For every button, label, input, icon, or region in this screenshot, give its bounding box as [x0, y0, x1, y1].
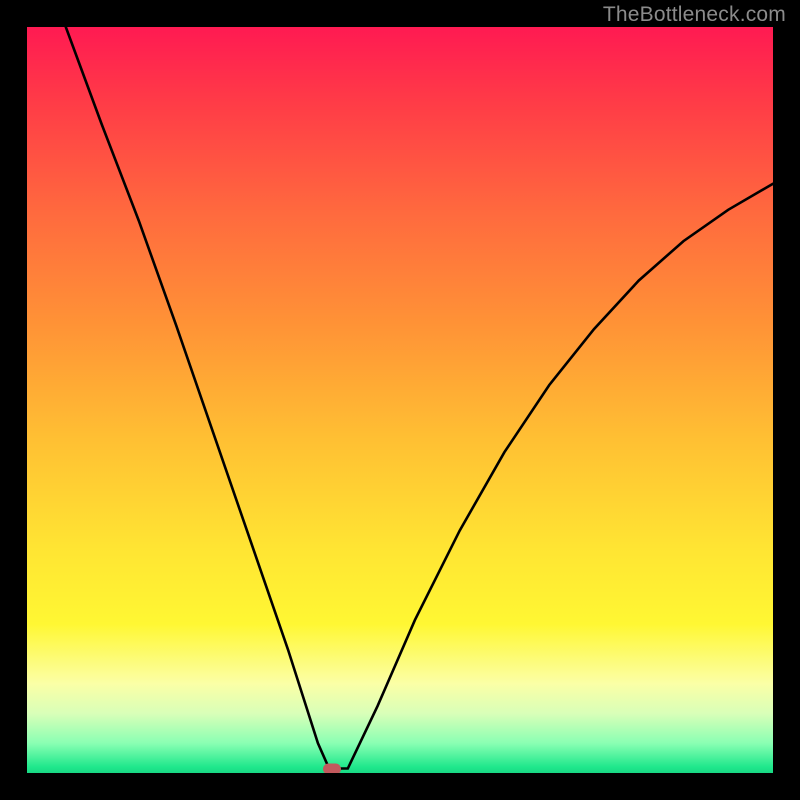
chart-frame: TheBottleneck.com — [0, 0, 800, 800]
watermark-text: TheBottleneck.com — [603, 3, 786, 27]
min-marker — [323, 763, 341, 773]
plot-area — [27, 27, 773, 773]
gradient-background — [27, 27, 773, 773]
